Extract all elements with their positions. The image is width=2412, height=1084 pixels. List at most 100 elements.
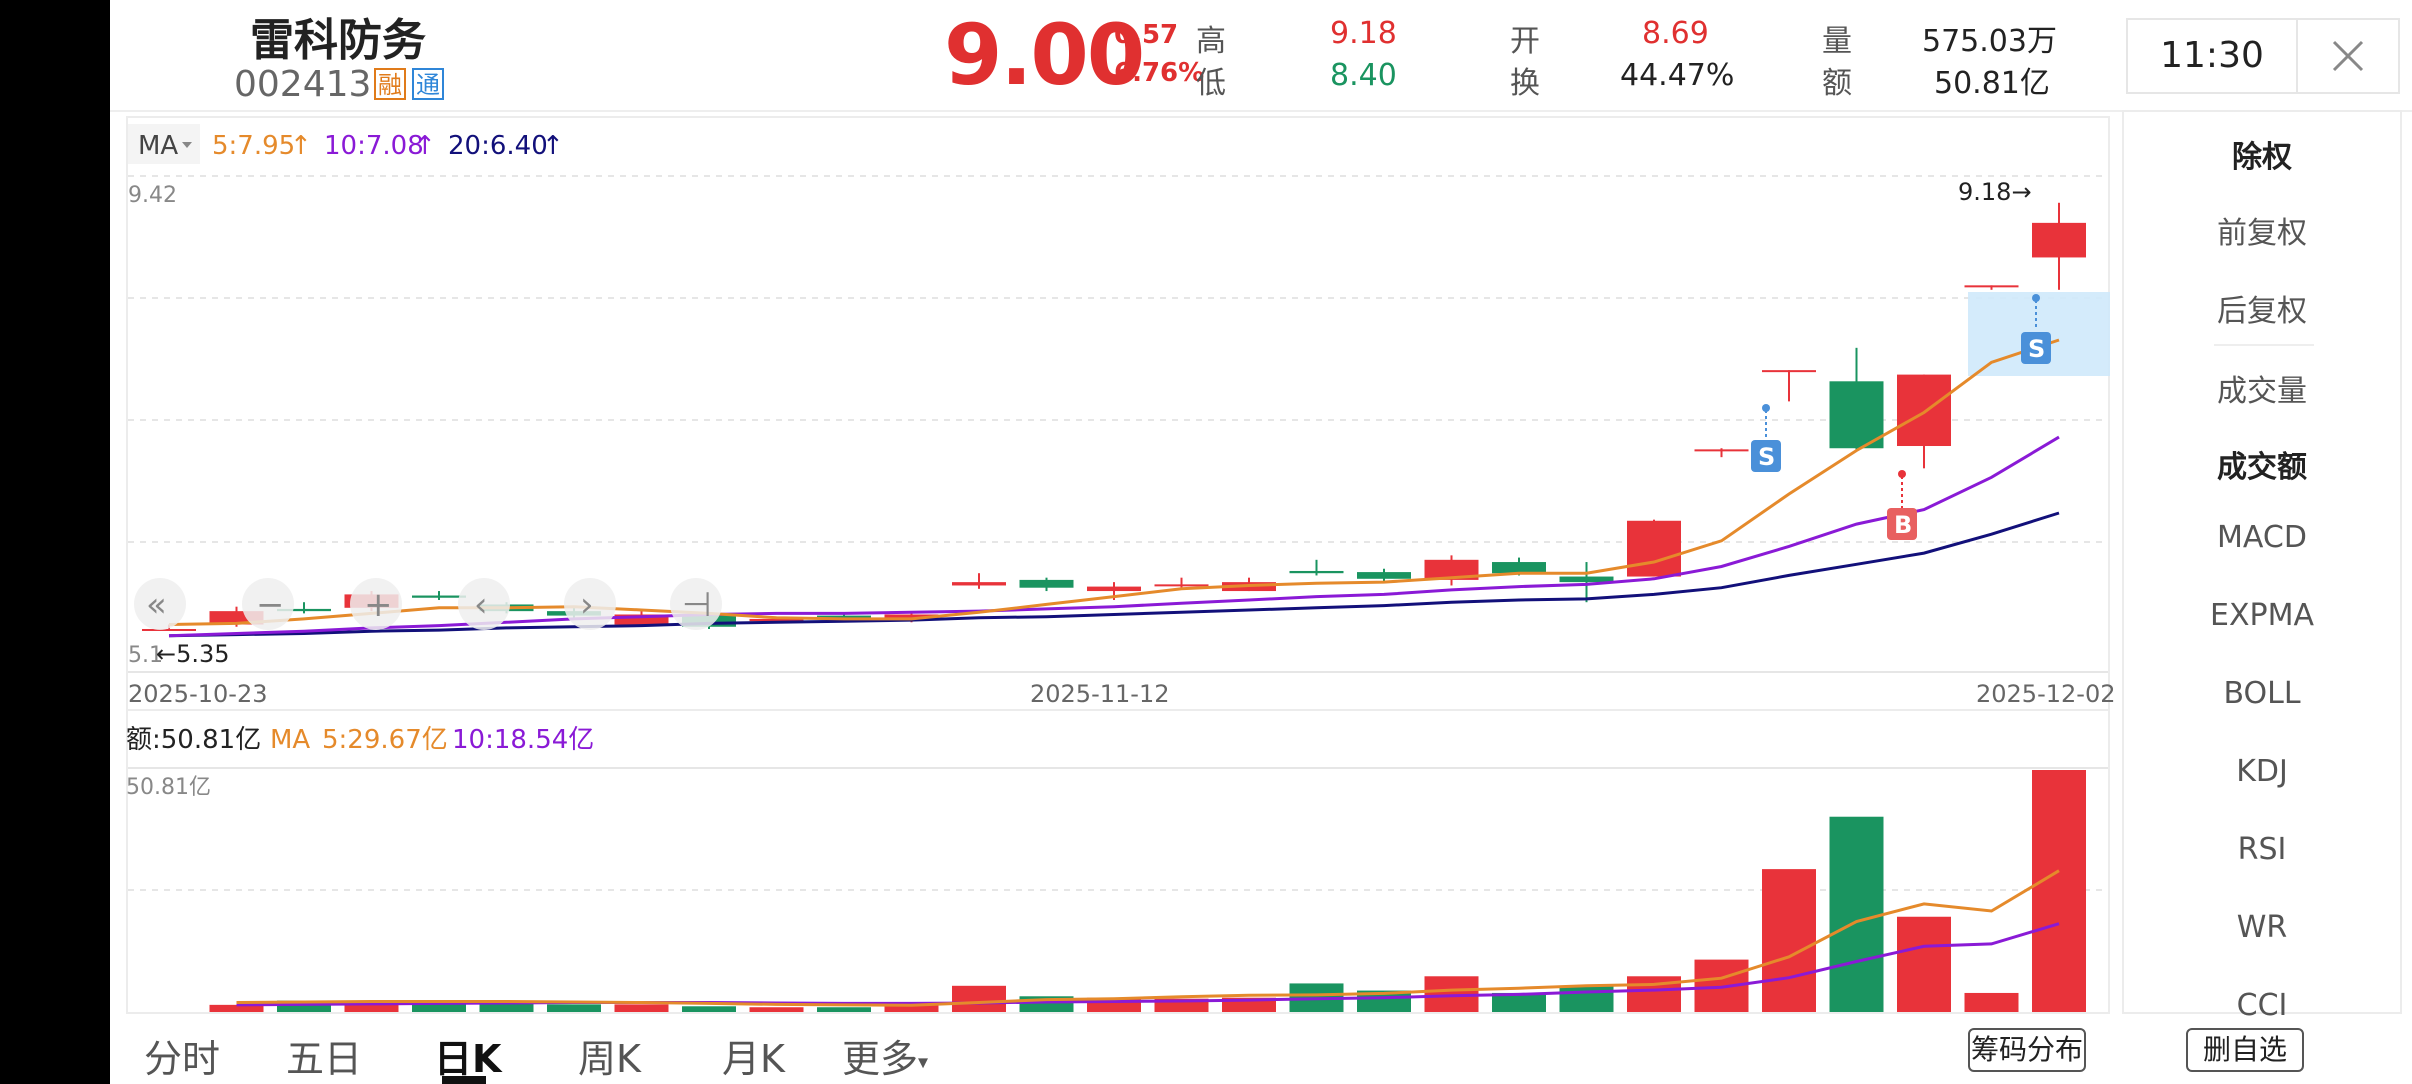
amount-axis-top: 50.81亿 bbox=[126, 775, 211, 800]
buy-badge-label: B bbox=[1894, 511, 1912, 539]
price-axis-top: 9.42 bbox=[128, 183, 177, 208]
candle bbox=[1829, 347, 1884, 451]
sell-marker[interactable]: S bbox=[1751, 404, 1781, 472]
indicator-panel: 除权 前复权 后复权 成交量 成交额 MACD EXPMA BOLL KDJ R… bbox=[2122, 110, 2402, 1023]
candle bbox=[1964, 285, 2019, 290]
price-grid bbox=[128, 175, 2108, 891]
active-tab-indicator bbox=[442, 1076, 486, 1084]
sell-badge-label: S bbox=[2028, 335, 2045, 363]
arrow-up-icon: ↑ bbox=[542, 131, 564, 161]
tab-more[interactable]: 更多▾ bbox=[842, 1028, 928, 1083]
indicator-amount[interactable]: 成交额 bbox=[2124, 442, 2400, 486]
indicator-volume[interactable]: 成交量 bbox=[2124, 366, 2400, 410]
minus-icon: − bbox=[256, 585, 285, 625]
tab-five-day[interactable]: 五日 bbox=[286, 1028, 362, 1083]
candle bbox=[412, 591, 466, 600]
buy-marker[interactable]: B bbox=[1887, 470, 1917, 540]
chip-distribution-button[interactable]: 筹码分布 bbox=[1968, 1028, 2086, 1072]
kline-chart[interactable]: MA 5:7.95 ↑ 10:7.08 ↑ 20:6.40 ↑ 9.42 5.1… bbox=[0, 0, 2412, 1084]
candle-body bbox=[2032, 222, 2086, 258]
tab-monthly-k[interactable]: 月K bbox=[722, 1028, 785, 1083]
indicator-rsi[interactable]: RSI bbox=[2124, 832, 2400, 867]
amount-bar bbox=[952, 985, 1006, 1012]
candle-body bbox=[412, 595, 466, 598]
amount-bar bbox=[749, 1007, 804, 1012]
candle-body bbox=[1897, 374, 1951, 447]
indicator-cci[interactable]: CCI bbox=[2124, 988, 2400, 1023]
arrow-up-icon: ↑ bbox=[290, 131, 312, 161]
candle bbox=[1694, 448, 1749, 458]
chevron-left-icon: ‹ bbox=[474, 585, 488, 625]
candle-body bbox=[1087, 586, 1141, 592]
ma20-legend: 20:6.40 bbox=[448, 131, 548, 161]
indicator-ex-rights[interactable]: 除权 bbox=[2124, 132, 2400, 176]
candle-body bbox=[1357, 572, 1411, 579]
candle bbox=[1627, 519, 1681, 577]
candle-body bbox=[142, 628, 196, 631]
candle bbox=[2032, 202, 2086, 290]
amount-legend: 额:50.81亿 MA 5:29.67亿 10:18.54亿 bbox=[126, 725, 594, 755]
ma5-line bbox=[168, 338, 2060, 626]
amount-bar bbox=[1964, 992, 2019, 1012]
marker-dot bbox=[1898, 470, 1906, 478]
amount-legend-value: 额:50.81亿 bbox=[126, 725, 261, 755]
amount-bar bbox=[1762, 869, 1816, 1012]
amount-bar bbox=[682, 1006, 736, 1012]
date-mid: 2025-11-12 bbox=[1030, 680, 1169, 708]
panel-separator bbox=[2214, 344, 2314, 346]
marker-dot bbox=[1762, 404, 1770, 412]
indicator-boll[interactable]: BOLL bbox=[2124, 676, 2400, 711]
amount-ma10-legend: 10:18.54亿 bbox=[452, 725, 594, 755]
remove-watchlist-button[interactable]: 删自选 bbox=[2186, 1028, 2304, 1072]
candle-body bbox=[1154, 584, 1209, 587]
candle-body bbox=[1559, 576, 1614, 583]
candle-body bbox=[1694, 449, 1749, 452]
amount-bar bbox=[547, 1004, 601, 1012]
marker-dot bbox=[2032, 294, 2040, 302]
max-price-label: 9.18→ bbox=[1958, 178, 2032, 206]
amount-bar bbox=[817, 1007, 871, 1012]
chevron-right-icon: › bbox=[580, 585, 594, 625]
date-start: 2025-10-23 bbox=[128, 680, 267, 708]
indicator-wr[interactable]: WR bbox=[2124, 910, 2400, 945]
candle bbox=[1154, 577, 1209, 588]
candle-body bbox=[1492, 562, 1546, 574]
amount-bar bbox=[1559, 985, 1614, 1012]
candle-body bbox=[1964, 285, 2019, 288]
tab-weekly-k[interactable]: 周K bbox=[578, 1028, 641, 1083]
min-price-label: ←5.35 bbox=[156, 640, 230, 668]
amount-bar bbox=[1897, 916, 1951, 1012]
indicator-backward-adjust[interactable]: 后复权 bbox=[2124, 286, 2400, 330]
caret-down-icon: ▾ bbox=[918, 1049, 929, 1074]
end-icon: ⊣ bbox=[682, 585, 712, 625]
amount-bar bbox=[614, 1004, 669, 1012]
indicator-macd[interactable]: MACD bbox=[2124, 520, 2400, 555]
ma-legend: MA 5:7.95 ↑ 10:7.08 ↑ 20:6.40 ↑ bbox=[128, 124, 564, 164]
candle-body bbox=[1289, 570, 1344, 574]
amount-ma-label: MA bbox=[270, 725, 310, 755]
tab-intraday[interactable]: 分时 bbox=[144, 1028, 220, 1083]
candle-body bbox=[1627, 520, 1681, 577]
ma5-legend: 5:7.95 bbox=[212, 131, 295, 161]
amount-bar bbox=[2032, 770, 2086, 1012]
candle-body bbox=[952, 582, 1006, 586]
amount-bar bbox=[1829, 816, 1884, 1012]
indicator-kdj[interactable]: KDJ bbox=[2124, 754, 2400, 789]
indicator-forward-adjust[interactable]: 前复权 bbox=[2124, 208, 2400, 252]
ma20-line bbox=[168, 511, 2060, 638]
amount-ma5-legend: 5:29.67亿 bbox=[322, 725, 448, 755]
candle bbox=[1424, 555, 1479, 586]
tab-daily-k[interactable]: 日K bbox=[434, 1028, 501, 1083]
candle bbox=[1762, 370, 1816, 402]
tab-more-label: 更多 bbox=[842, 1037, 919, 1081]
sell-badge-label: S bbox=[1758, 443, 1775, 471]
date-end: 2025-12-02 bbox=[1976, 680, 2115, 708]
ma-selector[interactable]: MA bbox=[138, 131, 178, 161]
candle bbox=[952, 573, 1006, 589]
ma10-legend: 10:7.08 bbox=[324, 131, 424, 161]
double-chevron-left-icon: « bbox=[146, 585, 167, 625]
candle-body bbox=[1762, 370, 1816, 373]
candle bbox=[1019, 577, 1074, 592]
candle-body bbox=[1019, 579, 1074, 588]
indicator-expma[interactable]: EXPMA bbox=[2124, 598, 2400, 633]
